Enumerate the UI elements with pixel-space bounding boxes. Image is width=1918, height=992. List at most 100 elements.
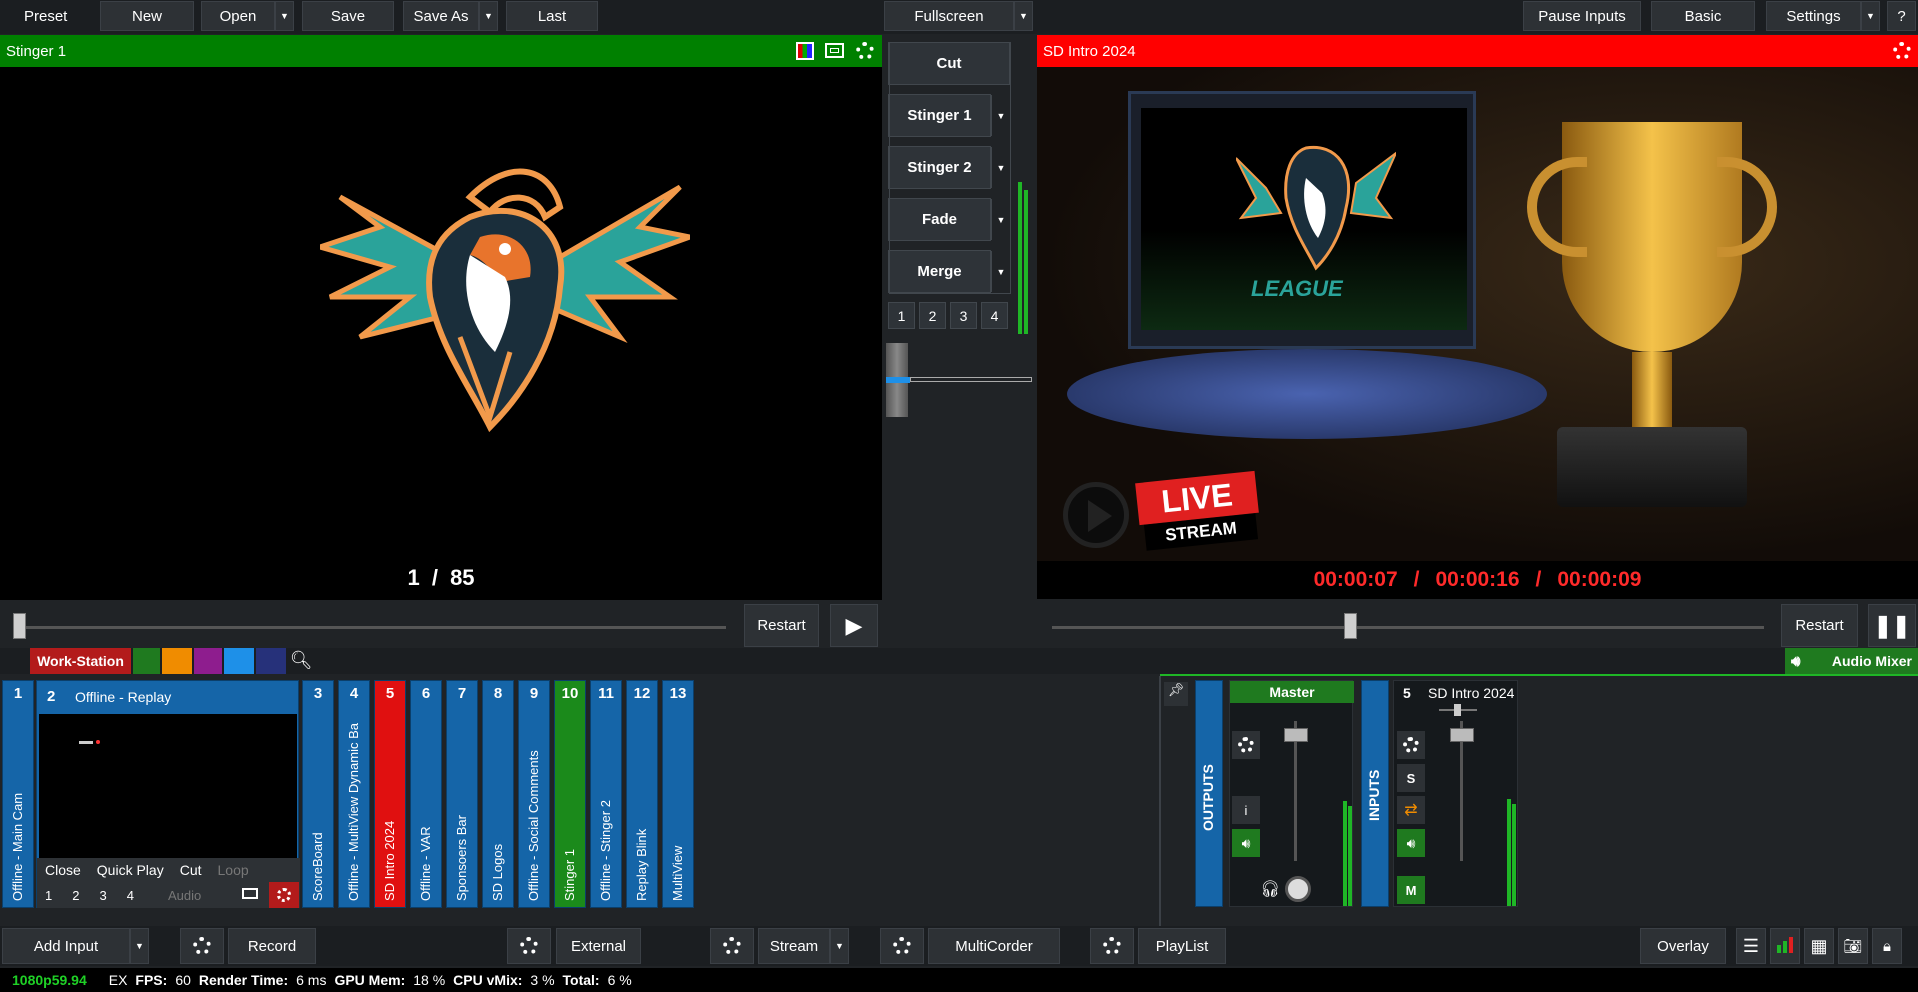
program-restart-button[interactable]: Restart (1781, 604, 1858, 647)
save-as-dropdown-button[interactable]: ▼ (479, 1, 498, 31)
new-button[interactable]: New (100, 1, 194, 31)
camera-icon[interactable]: 📷︎ (1838, 928, 1868, 964)
multicorder-settings-button[interactable] (880, 928, 924, 964)
stinger1-dropdown[interactable]: ▼ (991, 95, 1010, 136)
swap-icon[interactable]: ⇄ (1397, 796, 1425, 824)
multicorder-button[interactable]: MultiCorder (928, 928, 1060, 964)
master-fader-track[interactable] (1294, 721, 1297, 861)
save-button[interactable]: Save (302, 1, 394, 31)
tab-color-navy[interactable] (256, 648, 286, 674)
input-2[interactable]: 2 Offline - Replay Close Quick Play Cut … (36, 680, 300, 908)
tab-workstation[interactable]: Work-Station (30, 648, 131, 674)
last-button[interactable]: Last (506, 1, 598, 31)
tab-color-purple[interactable] (194, 648, 222, 674)
open-button[interactable]: Open (201, 1, 275, 31)
input-11[interactable]: 11 Offline - Stinger 2 (590, 680, 622, 908)
master-mute-button[interactable]: 🔊︎ (1232, 829, 1260, 857)
channel-mute-button[interactable]: 🔊︎ (1397, 829, 1425, 857)
master-settings-button[interactable] (1232, 731, 1260, 759)
input-settings-button[interactable] (269, 882, 299, 908)
fullscreen-button[interactable]: Fullscreen (884, 1, 1014, 31)
stinger2-dropdown[interactable]: ▼ (991, 147, 1010, 188)
pin-icon[interactable]: 📌︎ (1164, 682, 1188, 706)
input-3[interactable]: 3 ScoreBoard (302, 680, 334, 908)
preview-restart-button[interactable]: Restart (744, 604, 819, 647)
master-volume-knob[interactable] (1285, 876, 1311, 902)
inputs-tab[interactable]: INPUTS (1361, 680, 1389, 907)
playlist-button[interactable]: PlayList (1138, 928, 1226, 964)
overlay-3-button[interactable]: 3 (99, 888, 106, 903)
transition-1-button[interactable]: 1 (888, 302, 915, 329)
external-button[interactable]: External (556, 928, 641, 964)
play-button[interactable]: ▶ (830, 604, 878, 647)
grid-icon[interactable]: ▦ (1804, 928, 1834, 964)
channel-fader-track[interactable] (1460, 721, 1463, 861)
settings-button[interactable]: Settings (1766, 1, 1861, 31)
fade-button[interactable]: Fade (888, 198, 991, 241)
input-1[interactable]: 1 Offline - Main Cam (2, 680, 34, 908)
input-6[interactable]: 6 Offline - VAR (410, 680, 442, 908)
input-10[interactable]: 10 Stinger 1 (554, 680, 586, 908)
stream-settings-button[interactable] (710, 928, 754, 964)
stream-button[interactable]: Stream (758, 928, 830, 964)
cut-input-button[interactable]: Cut (180, 862, 202, 878)
record-button[interactable]: Record (228, 928, 316, 964)
preview-scrub-track[interactable] (14, 626, 726, 629)
bar-chart-icon[interactable] (1770, 928, 1800, 964)
audio-button[interactable]: Audio (168, 888, 201, 903)
menu-icon[interactable]: ☰ (1736, 928, 1766, 964)
loop-button[interactable]: Loop (218, 862, 249, 878)
channel-settings-button[interactable] (1397, 731, 1425, 759)
channel-fader-handle[interactable] (1450, 728, 1474, 742)
gear-icon[interactable] (856, 42, 874, 60)
close-button[interactable]: Close (45, 862, 81, 878)
fade-dropdown[interactable]: ▼ (991, 199, 1010, 240)
stinger1-button[interactable]: Stinger 1 (888, 94, 991, 137)
input-5[interactable]: 5 SD Intro 2024 (374, 680, 406, 908)
basic-button[interactable]: Basic (1651, 1, 1755, 31)
input-12[interactable]: 12 Replay Blink (626, 680, 658, 908)
transition-3-button[interactable]: 3 (950, 302, 977, 329)
headphones-icon[interactable]: 🎧︎ (1260, 879, 1280, 899)
help-button[interactable]: ? (1887, 1, 1916, 31)
transition-4-button[interactable]: 4 (981, 302, 1008, 329)
solo-button[interactable]: S (1397, 764, 1425, 792)
monitor-icon[interactable] (242, 888, 258, 899)
outputs-tab[interactable]: OUTPUTS (1195, 680, 1223, 907)
overlay-button[interactable]: Overlay (1640, 928, 1726, 964)
stinger2-button[interactable]: Stinger 2 (888, 146, 991, 189)
overlay-4-button[interactable]: 4 (127, 888, 134, 903)
record-settings-button[interactable] (180, 928, 224, 964)
quick-play-button[interactable]: Quick Play (97, 862, 164, 878)
tab-color-blue[interactable] (224, 648, 254, 674)
lock-icon[interactable]: 🔒︎ (1872, 928, 1902, 964)
settings-dropdown-button[interactable]: ▼ (1861, 1, 1880, 31)
search-icon[interactable]: 🔍︎ (288, 650, 314, 672)
input-9[interactable]: 9 Offline - Social Comments (518, 680, 550, 908)
cut-button[interactable]: Cut (888, 42, 1010, 85)
tab-color-green[interactable] (133, 648, 160, 674)
t-bar-track[interactable] (910, 377, 1032, 382)
pause-button[interactable]: ❚❚ (1868, 604, 1916, 647)
tab-color-orange[interactable] (162, 648, 192, 674)
gear-icon[interactable] (1893, 42, 1911, 60)
overlay-2-button[interactable]: 2 (72, 888, 79, 903)
stream-dropdown[interactable]: ▼ (830, 928, 849, 964)
master-fader-handle[interactable] (1284, 728, 1308, 742)
fullscreen-dropdown-button[interactable]: ▼ (1014, 1, 1033, 31)
add-input-button[interactable]: Add Input (2, 928, 130, 964)
transition-2-button[interactable]: 2 (919, 302, 946, 329)
external-settings-button[interactable] (507, 928, 551, 964)
add-input-dropdown[interactable]: ▼ (130, 928, 149, 964)
input-8[interactable]: 8 SD Logos (482, 680, 514, 908)
program-scrub-handle[interactable] (1344, 613, 1357, 639)
pause-inputs-button[interactable]: Pause Inputs (1523, 1, 1641, 31)
input-13[interactable]: 13 MultiView (662, 680, 694, 908)
program-scrub-track[interactable] (1052, 626, 1764, 629)
screen-icon[interactable] (825, 43, 844, 58)
preview-scrub-handle[interactable] (13, 613, 26, 639)
input-7[interactable]: 7 Sponsoers Bar (446, 680, 478, 908)
channel-master-button[interactable]: M (1397, 876, 1425, 904)
color-icon[interactable] (796, 42, 814, 60)
balance-handle[interactable] (1454, 704, 1461, 716)
